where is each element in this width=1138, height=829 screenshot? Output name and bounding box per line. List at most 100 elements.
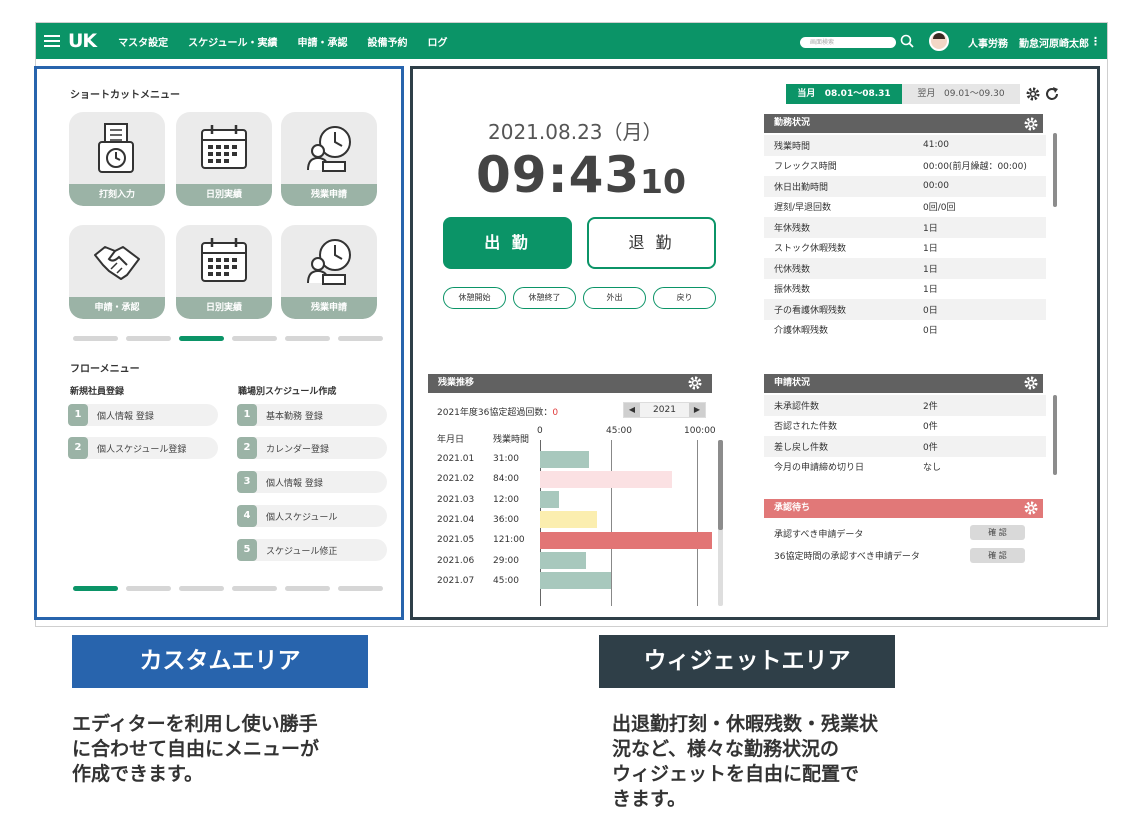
shortcut-pagination — [73, 336, 383, 341]
page-dot-active[interactable] — [179, 336, 224, 341]
chart-bar[interactable] — [540, 470, 672, 488]
gear-icon[interactable] — [687, 375, 703, 391]
flow-step[interactable]: 2 個人スケジュール登録 — [68, 437, 218, 459]
nav-item-application[interactable]: 申請・承認 — [297, 34, 347, 49]
page-dot[interactable] — [179, 586, 224, 591]
page-dot[interactable] — [73, 336, 118, 341]
avatar[interactable] — [929, 31, 949, 51]
step-label: 個人情報 登録 — [266, 478, 323, 489]
overtime-header: 残業推移 — [428, 374, 712, 393]
break-end-button[interactable]: 休憩終了 — [513, 287, 576, 309]
flow-step[interactable]: 3 個人情報 登録 — [237, 471, 387, 493]
approval-item-label: 承認すべき申請データ — [774, 530, 864, 540]
return-button[interactable]: 戻り — [653, 287, 716, 309]
chart-bar[interactable] — [540, 491, 559, 509]
scrollbar[interactable] — [1053, 395, 1057, 475]
nav-item-schedule[interactable]: スケジュール・実績 — [188, 34, 277, 49]
page-dot[interactable] — [285, 586, 330, 591]
shortcut-tile-daily-results[interactable]: 日別実績 — [176, 112, 272, 206]
custom-area-caption: カスタムエリア — [72, 635, 368, 688]
nav-item-facility[interactable]: 設備予約 — [367, 34, 407, 49]
gear-icon[interactable] — [1023, 116, 1039, 132]
chart-row: 2021.06 29:00 — [437, 551, 541, 571]
gear-icon[interactable] — [1025, 86, 1041, 102]
row-key: 差し戻し件数 — [774, 442, 829, 453]
nav-item-log[interactable]: ログ — [427, 34, 447, 49]
shortcut-tile-approval[interactable]: 申請・承認 — [69, 225, 165, 319]
search-icon[interactable] — [900, 34, 914, 48]
shortcut-tile-overtime[interactable]: 残業申請 — [281, 112, 377, 206]
period-current-tab[interactable]: 当月 08.01〜08.31 — [786, 84, 902, 104]
chart-value-label: 84:00 — [493, 474, 519, 485]
break-start-button[interactable]: 休憩開始 — [443, 287, 506, 309]
flow-step[interactable]: 1 基本勤務 登録 — [237, 404, 387, 426]
gear-icon[interactable] — [1023, 500, 1039, 516]
axis-tick: 100:00 — [684, 426, 716, 436]
more-menu-icon[interactable]: ⋮ — [1090, 35, 1101, 48]
request-row: 未承認件数 2件 — [764, 395, 1046, 416]
flow-step[interactable]: 5 スケジュール修正 — [237, 539, 387, 561]
chart-value-label: 121:00 — [493, 535, 525, 546]
desc-line: に合わせて自由にメニューが — [72, 738, 320, 760]
confirm-button[interactable]: 確 認 — [970, 548, 1025, 563]
page-dot[interactable] — [126, 586, 171, 591]
chart-bar[interactable] — [540, 511, 597, 529]
scrollbar[interactable] — [718, 440, 723, 530]
clock-out-button[interactable]: 退 勤 — [587, 217, 716, 269]
scrollbar[interactable] — [1053, 133, 1057, 207]
refresh-icon[interactable] — [1044, 86, 1060, 102]
flow-right-title: 職場別スケジュール作成 — [238, 387, 337, 397]
chart-bar[interactable] — [540, 572, 611, 590]
period-range: 08.01〜08.31 — [824, 89, 891, 99]
page-dot[interactable] — [338, 336, 383, 341]
nav-item-master[interactable]: マスタ設定 — [118, 34, 168, 49]
widget-title: 申請状況 — [774, 378, 811, 388]
flow-step[interactable]: 1 個人情報 登録 — [68, 404, 218, 426]
widget-area-caption: ウィジェットエリア — [599, 635, 895, 688]
clock-in-button[interactable]: 出 勤 — [443, 217, 572, 269]
work-status-row: 子の看護休暇残数 0日 — [764, 299, 1046, 320]
calendar-icon — [201, 238, 247, 282]
flow-step[interactable]: 2 カレンダー登録 — [237, 437, 387, 459]
row-key: 残業時間 — [774, 141, 811, 152]
chart-bar[interactable] — [540, 450, 589, 468]
chart-category-label: 2021.03 — [437, 494, 475, 505]
confirm-button[interactable]: 確 認 — [970, 525, 1025, 540]
work-status-row: 休日出勤時間 00:00 — [764, 176, 1046, 197]
chart-bar[interactable] — [540, 552, 586, 569]
step-number: 2 — [68, 437, 88, 459]
go-out-button[interactable]: 外出 — [583, 287, 646, 309]
period-next-tab[interactable]: 翌月 09.01〜09.30 — [902, 84, 1020, 104]
user-name[interactable]: 勤怠河原崎太郎 — [1019, 35, 1089, 50]
desc-line: 況など、様々な勤務状況の — [612, 738, 840, 760]
gear-icon[interactable] — [1023, 375, 1039, 391]
chart-value-label: 45:00 — [493, 575, 519, 586]
row-key: 年休残数 — [774, 223, 811, 234]
page-dot[interactable] — [338, 586, 383, 591]
shortcut-tile-overtime-2[interactable]: 残業申請 — [281, 225, 377, 319]
chart-gridline — [697, 440, 698, 606]
overtime-worker-clock-icon — [307, 239, 351, 285]
row-value: 0回/0回 — [923, 203, 956, 214]
page-dot[interactable] — [232, 336, 277, 341]
step-number: 2 — [237, 437, 257, 459]
period-label: 当月 — [797, 89, 816, 99]
work-status-row: 遅刻/早退回数 0回/0回 — [764, 197, 1046, 218]
chart-value-label: 29:00 — [493, 555, 519, 566]
hamburger-menu-icon[interactable] — [44, 35, 60, 47]
chart-row: 2021.01 31:00 — [437, 449, 541, 469]
page-dot[interactable] — [126, 336, 171, 341]
search-input[interactable]: 画面検索 — [800, 37, 896, 48]
chart-bar[interactable] — [540, 531, 712, 549]
prev-year-icon[interactable]: ◀ — [624, 403, 640, 417]
chart-value-label: 12:00 — [493, 494, 519, 505]
work-status-row: 年休残数 1日 — [764, 217, 1046, 238]
flow-step[interactable]: 4 個人スケジュール — [237, 505, 387, 527]
page-dot[interactable] — [232, 586, 277, 591]
current-date: 2021.08.23（月） — [488, 120, 663, 144]
next-year-icon[interactable]: ▶ — [689, 403, 705, 417]
shortcut-tile-punch[interactable]: 打刻入力 — [69, 112, 165, 206]
shortcut-tile-daily-results-2[interactable]: 日別実績 — [176, 225, 272, 319]
page-dot[interactable] — [285, 336, 330, 341]
page-dot-active[interactable] — [73, 586, 118, 591]
